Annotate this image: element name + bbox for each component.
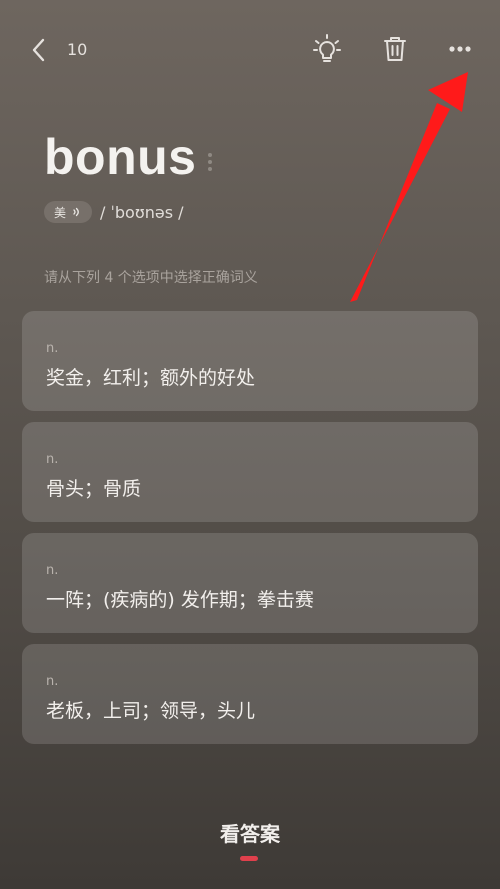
word-count: 10: [67, 40, 88, 59]
back-chevron-icon: [32, 38, 45, 62]
more-dots-icon: [449, 46, 471, 52]
option-card[interactable]: n. 骨头；骨质: [22, 422, 478, 522]
option-meaning: 奖金，红利；额外的好处: [46, 367, 256, 389]
option-meaning: 骨头；骨质: [46, 478, 142, 500]
pronunciation-row: 美 / ˈboʊnəs /: [44, 200, 184, 224]
part-of-speech: n.: [46, 674, 59, 689]
vocabulary-word: bonus: [44, 129, 197, 185]
option-card[interactable]: n. 奖金，红利；额外的好处: [22, 311, 478, 411]
delete-button[interactable]: [380, 33, 410, 65]
show-answer-button[interactable]: 看答案: [190, 818, 310, 852]
top-bar: 10: [0, 0, 500, 100]
hint-button[interactable]: [312, 33, 342, 65]
phonetic-text: / ˈboʊnəs /: [100, 202, 184, 222]
back-button[interactable]: [26, 34, 54, 66]
part-of-speech: n.: [46, 452, 59, 467]
part-of-speech: n.: [46, 563, 59, 578]
word-drag-handle-icon[interactable]: [206, 150, 214, 176]
option-card[interactable]: n. 老板，上司；领导，头儿: [22, 644, 478, 744]
trash-icon: [384, 37, 406, 61]
option-meaning: 老板，上司；领导，头儿: [46, 700, 256, 722]
speaker-icon: [73, 207, 79, 217]
option-card[interactable]: n. 一阵；(疾病的) 发作期；拳击赛: [22, 533, 478, 633]
more-options-button[interactable]: [445, 33, 475, 65]
accent-label: 美: [54, 205, 67, 220]
part-of-speech: n.: [46, 341, 59, 356]
us-pronunciation-button[interactable]: 美: [44, 201, 93, 223]
instruction-text: 请从下列 4 个选项中选择正确词义: [44, 270, 258, 286]
lightbulb-icon: [313, 34, 341, 62]
active-indicator: [240, 856, 258, 861]
answer-options: n. 奖金，红利；额外的好处 n. 骨头；骨质 n. 一阵；(疾病的) 发作期；…: [22, 311, 478, 755]
option-meaning: 一阵；(疾病的) 发作期；拳击赛: [46, 589, 314, 611]
